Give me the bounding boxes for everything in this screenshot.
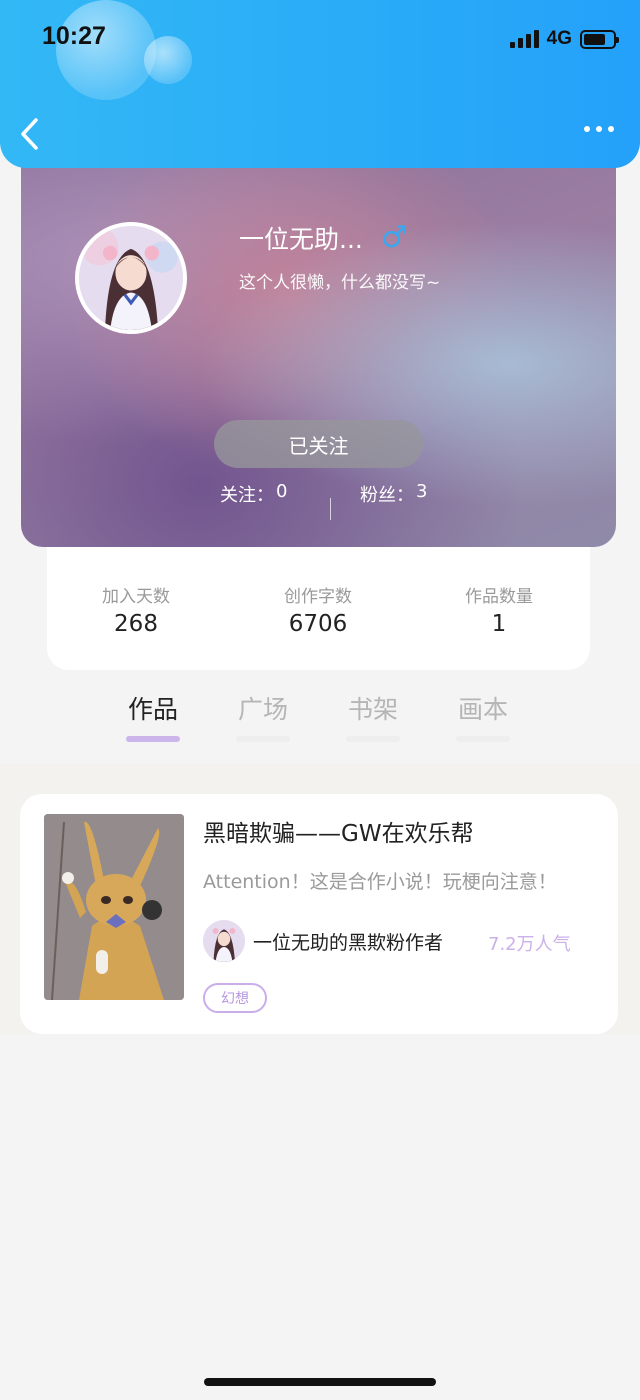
divider (330, 498, 331, 520)
tab-bar: 作品 广场 书架 画本 (0, 690, 640, 750)
book-title[interactable]: 黑暗欺骗——GW在欢乐帮 (203, 814, 474, 848)
signal-icon (509, 30, 539, 48)
following-stat[interactable]: 关注： 0 (220, 481, 287, 507)
works-count-stat: 作品数量 1 (419, 582, 579, 637)
home-indicator[interactable] (204, 1378, 436, 1386)
book-intro: Attention！这是合作小说！玩梗向注意！ (203, 871, 557, 893)
word-count-label: 创作字数 (284, 587, 352, 607)
word-count-stat: 创作字数 6706 (238, 582, 398, 637)
works-count-value: 1 (491, 611, 507, 637)
tab-indicator (456, 736, 510, 742)
book-cover-image (44, 814, 184, 1000)
tab-indicator (236, 736, 290, 742)
book-cover[interactable] (44, 814, 184, 1000)
back-button[interactable] (16, 114, 46, 154)
popularity-count: 7.2万人气 (488, 934, 571, 955)
fans-count: 3 (416, 481, 428, 502)
tab-label: 书架 (347, 695, 398, 724)
tab-label: 广场 (237, 695, 288, 724)
fans-label: 粉丝： (360, 485, 414, 506)
tab-label: 作品 (127, 695, 178, 724)
nickname: 一位无助... (239, 225, 363, 254)
tab-works[interactable]: 作品 (113, 690, 193, 742)
tab-picture-book[interactable]: 画本 (443, 690, 523, 742)
decorative-bubble (144, 36, 192, 84)
bio-text: 这个人很懒，什么都没写~ (239, 273, 441, 293)
profile-card: 一位无助... ♂ 这个人很懒，什么都没写~ 已关注 关注： 0 粉丝： 3 (21, 140, 616, 547)
more-button[interactable] (584, 122, 614, 136)
author-name: 一位无助的黑欺粉作者 (253, 931, 444, 954)
tab-square[interactable]: 广场 (223, 690, 303, 742)
top-bar: 10:27 4G (0, 0, 640, 168)
author-avatar (203, 920, 245, 962)
works-count-label: 作品数量 (465, 587, 533, 607)
chevron-left-icon (21, 118, 38, 150)
nickname-row: 一位无助... ♂ (239, 220, 408, 256)
status-indicators: 4G (509, 28, 619, 50)
tab-indicator (126, 736, 180, 742)
join-days-stat: 加入天数 268 (56, 582, 216, 637)
author-avatar-image (203, 920, 245, 962)
male-gender-icon: ♂ (380, 220, 408, 255)
stats-card: 加入天数 268 创作字数 6706 作品数量 1 (47, 530, 590, 670)
follow-button[interactable]: 已关注 (214, 420, 423, 468)
following-count: 0 (276, 481, 288, 502)
book-card[interactable]: 黑暗欺骗——GW在欢乐帮 Attention！这是合作小说！玩梗向注意！ 一位无… (20, 794, 618, 1034)
fans-stat[interactable]: 粉丝： 3 (360, 481, 427, 507)
more-dots-icon (584, 126, 590, 132)
join-days-value: 268 (114, 611, 158, 637)
avatar-image (79, 226, 183, 330)
avatar[interactable] (75, 222, 187, 334)
battery-icon (580, 29, 619, 49)
genre-tag[interactable]: 幻想 (203, 983, 267, 1013)
join-days-label: 加入天数 (102, 587, 170, 607)
battery-level (584, 33, 605, 45)
word-count-value: 6706 (288, 611, 348, 637)
status-time: 10:27 (42, 22, 106, 50)
network-type: 4G (546, 28, 572, 49)
tab-indicator (346, 736, 400, 742)
tab-bookshelf[interactable]: 书架 (333, 690, 413, 742)
tab-label: 画本 (457, 695, 508, 724)
author-row[interactable]: 一位无助的黑欺粉作者 (203, 920, 443, 962)
following-label: 关注： (220, 485, 274, 506)
